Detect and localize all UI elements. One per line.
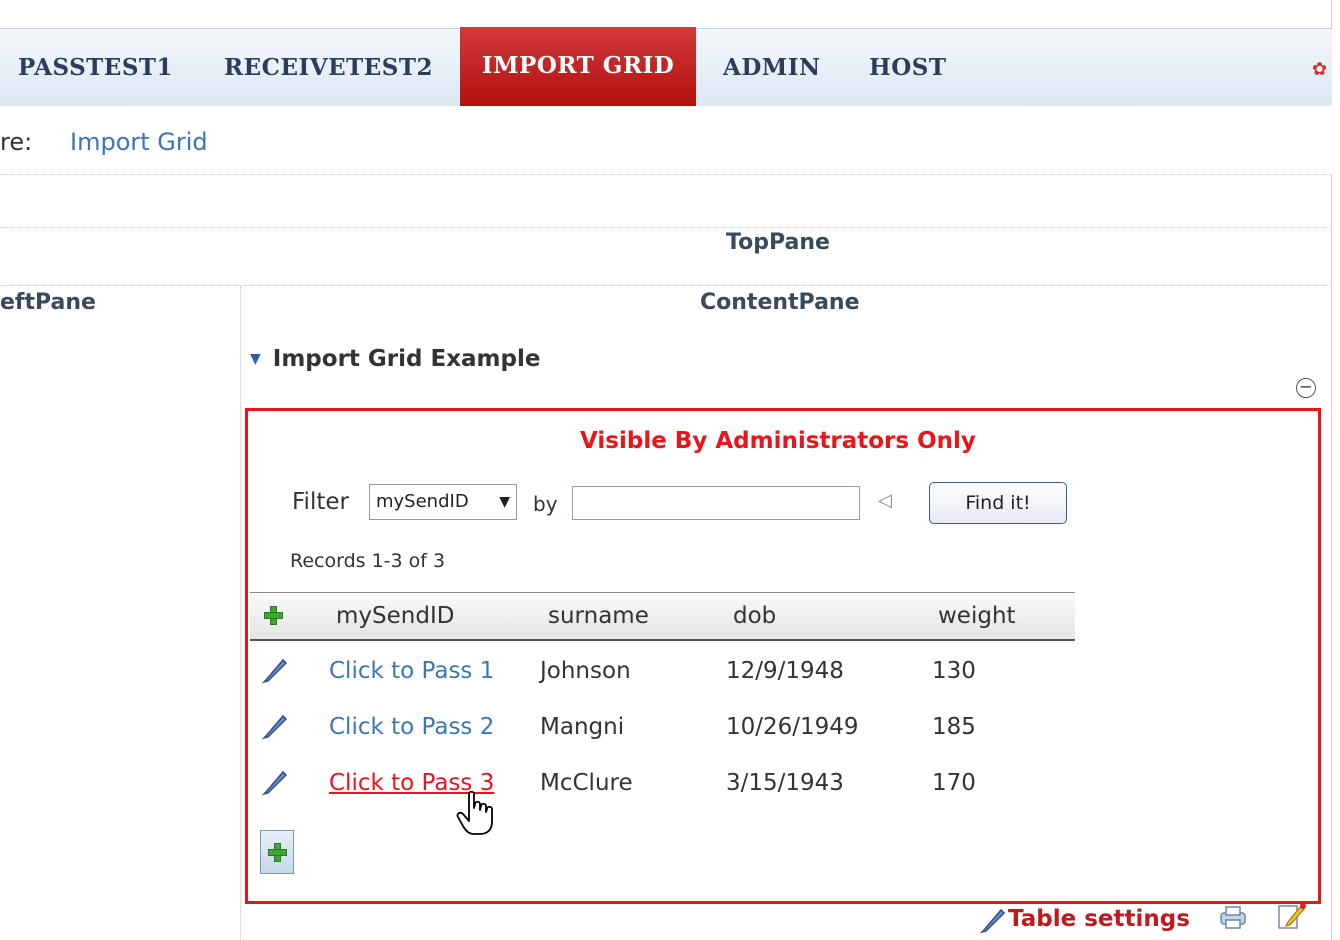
cell-dob: 10/26/1949: [726, 714, 859, 740]
admin-notice: Visible By Administrators Only: [580, 428, 976, 454]
filter-by-label: by: [533, 492, 558, 516]
hand-cursor-icon: [456, 790, 493, 835]
leftpane-label: eftPane: [0, 290, 96, 315]
content-pane-left-border: [240, 286, 241, 940]
add-row-plus-icon[interactable]: [264, 606, 283, 625]
breadcrumb-prefix: re:: [0, 128, 33, 156]
edit-pencil-icon[interactable]: [260, 766, 290, 796]
edit-module-icon[interactable]: [1276, 900, 1306, 930]
filter-value-input[interactable]: [572, 486, 860, 520]
empty-pane-row: [0, 175, 1332, 228]
filter-field-select[interactable]: mySendID ▼: [369, 484, 517, 520]
window-right-edge: [1331, 0, 1340, 940]
records-count: Records 1-3 of 3: [290, 550, 446, 572]
cell-dob: 3/15/1943: [726, 770, 844, 796]
cell-weight: 130: [932, 658, 976, 684]
column-header-surname[interactable]: surname: [548, 603, 649, 629]
cell-surname: Johnson: [540, 658, 631, 684]
cell-weight: 170: [932, 770, 976, 796]
collapse-minus-icon[interactable]: −: [1296, 378, 1316, 398]
nav-item-host[interactable]: HOST: [869, 29, 947, 107]
breadcrumb-link-import-grid[interactable]: Import Grid: [70, 128, 208, 156]
module-title-text: Import Grid Example: [272, 346, 541, 372]
cell-surname: Mangni: [540, 714, 625, 740]
cell-dob: 12/9/1948: [726, 658, 844, 684]
breadcrumb: re: Import Grid: [0, 106, 1332, 175]
pass-link-2[interactable]: Click to Pass 2: [329, 714, 494, 740]
column-header-mysendid[interactable]: mySendID: [336, 603, 454, 629]
print-icon[interactable]: [1218, 904, 1248, 930]
main-nav: PASSTEST1 RECEIVETEST2 IMPORT GRID ADMIN…: [0, 27, 1332, 107]
column-header-dob[interactable]: dob: [733, 603, 776, 629]
filter-field-selected: mySendID: [376, 491, 469, 512]
column-header-weight[interactable]: weight: [938, 603, 1016, 629]
grid-header: mySendID surname dob weight: [250, 592, 1075, 641]
cell-surname: McClure: [540, 770, 633, 796]
contentpane-label: ContentPane: [700, 290, 860, 315]
find-button[interactable]: Find it!: [929, 482, 1067, 524]
cell-weight: 185: [932, 714, 976, 740]
pass-link-1[interactable]: Click to Pass 1: [329, 658, 494, 684]
filter-label: Filter: [292, 489, 349, 515]
add-record-button[interactable]: [260, 830, 294, 874]
edit-pencil-icon[interactable]: [260, 710, 290, 740]
module-title[interactable]: ▼ Import Grid Example: [250, 346, 540, 372]
nav-item-admin[interactable]: ADMIN: [723, 29, 821, 107]
table-settings-link[interactable]: Table settings: [1008, 906, 1190, 932]
add-plus-icon: [268, 843, 287, 862]
table-settings-pencil-icon[interactable]: [978, 904, 1008, 934]
expand-triangle-icon[interactable]: ▼: [250, 351, 261, 367]
clear-filter-icon[interactable]: ◁: [878, 490, 892, 511]
nav-item-import-grid[interactable]: IMPORT GRID: [460, 27, 696, 107]
toppane-label: TopPane: [726, 230, 830, 255]
dropdown-arrow-icon: ▼: [499, 494, 510, 510]
nav-item-receivetest2[interactable]: RECEIVETEST2: [224, 29, 433, 107]
site-logo-icon[interactable]: ✿: [1312, 59, 1332, 80]
admin-only-container: [245, 408, 1321, 904]
nav-item-passtest1[interactable]: PASSTEST1: [18, 29, 173, 107]
edit-pencil-icon[interactable]: [260, 654, 290, 684]
pane-divider: [0, 285, 1332, 286]
